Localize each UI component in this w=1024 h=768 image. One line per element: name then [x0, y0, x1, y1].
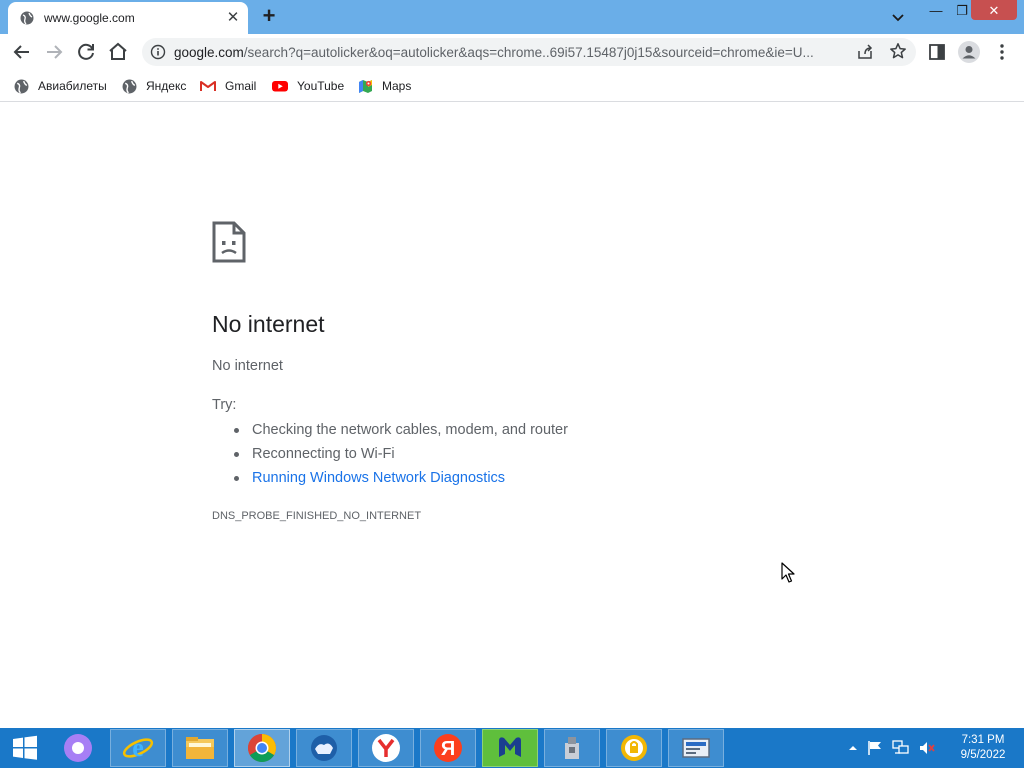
- taskbar-internet-explorer[interactable]: e: [110, 729, 166, 767]
- lock-app-icon: [621, 735, 647, 761]
- usb-icon: [565, 737, 579, 759]
- taskbar-chrome[interactable]: [234, 729, 290, 767]
- taskbar: e Я 7:31 PM 9/5/2022: [0, 728, 1024, 768]
- share-icon[interactable]: [856, 43, 874, 61]
- svg-text:Я: Я: [441, 738, 455, 760]
- windows-start-icon: [13, 735, 37, 760]
- gmail-icon: [200, 81, 216, 91]
- error-subtitle: No internet: [212, 358, 283, 374]
- home-icon[interactable]: [106, 40, 130, 64]
- toolbar: google.com/search?q=autolicker&oq=autoli…: [0, 34, 1024, 70]
- taskbar-network-app[interactable]: [668, 729, 724, 767]
- bookmark-label: YouTube: [297, 79, 345, 93]
- tab-title: www.google.com: [44, 11, 135, 25]
- globe-icon: [20, 11, 34, 25]
- bookmark-star-icon[interactable]: [889, 42, 907, 60]
- clock-date: 9/5/2022: [960, 749, 1006, 761]
- suggestions-list: Checking the network cables, modem, and …: [212, 419, 568, 491]
- taskbar-vpn[interactable]: [296, 729, 352, 767]
- bookmark-label: Maps: [382, 79, 412, 93]
- suggestion-item: Checking the network cables, modem, and …: [212, 419, 568, 443]
- chrome-icon: [248, 734, 276, 762]
- back-icon[interactable]: [10, 40, 34, 64]
- bookmark-label: Авиабилеты: [38, 79, 107, 93]
- maps-icon: [359, 79, 372, 93]
- malwarebytes-icon: [499, 737, 521, 757]
- address-bar[interactable]: google.com/search?q=autolicker&oq=autoli…: [142, 38, 916, 66]
- internet-explorer-icon: e: [122, 733, 154, 762]
- error-code: DNS_PROBE_FINISHED_NO_INTERNET: [212, 510, 422, 522]
- bookmark-label: Яндекс: [146, 79, 187, 93]
- url-host: google.com: [174, 45, 244, 60]
- window-close-icon[interactable]: ✕: [971, 0, 1017, 20]
- svg-text:e: e: [132, 733, 144, 762]
- bookmarks-bar: Авиабилеты Яндекс Gmail YouTube Maps: [0, 70, 1024, 102]
- network-icon[interactable]: [892, 740, 910, 756]
- url-text[interactable]: google.com/search?q=autolicker&oq=autoli…: [174, 45, 854, 60]
- globe-icon: [122, 79, 137, 93]
- url-path: /search?q=autolicker&oq=autolicker&aqs=c…: [243, 45, 814, 60]
- youtube-icon: [272, 81, 288, 92]
- yandex-icon: Я: [434, 734, 462, 762]
- yandex-browser-icon: [372, 734, 400, 762]
- try-label: Try:: [212, 397, 237, 413]
- profile-icon[interactable]: [958, 41, 980, 63]
- taskbar-usb[interactable]: [544, 729, 600, 767]
- taskbar-file-explorer[interactable]: [172, 729, 228, 767]
- alice-icon: [64, 734, 92, 762]
- file-explorer-icon: [186, 737, 214, 759]
- error-title: No internet: [212, 311, 325, 337]
- globe-icon: [14, 79, 29, 93]
- action-center-flag-icon[interactable]: [866, 740, 884, 756]
- page-content: No internet No internet Try: Checking th…: [0, 103, 1024, 728]
- show-hidden-icons-icon[interactable]: [848, 740, 858, 756]
- bookmark-yandex[interactable]: Яндекс: [122, 76, 186, 96]
- bookmark-maps[interactable]: Maps: [358, 76, 411, 96]
- side-panel-icon[interactable]: [928, 43, 946, 61]
- system-tray: [848, 738, 944, 758]
- bookmark-gmail[interactable]: Gmail: [200, 76, 256, 96]
- clock-time: 7:31 PM: [961, 734, 1005, 746]
- bookmark-aviabilety[interactable]: Авиабилеты: [14, 76, 107, 96]
- reload-icon[interactable]: [74, 40, 98, 64]
- suggestion-item: Reconnecting to Wi-Fi: [212, 443, 568, 467]
- taskbar-lock-app[interactable]: [606, 729, 662, 767]
- taskbar-yandex-browser[interactable]: [358, 729, 414, 767]
- tab-active[interactable]: www.google.com ✕: [8, 2, 248, 34]
- vpn-icon: [311, 735, 337, 761]
- info-icon[interactable]: [150, 44, 166, 60]
- close-tab-icon[interactable]: ✕: [224, 9, 242, 27]
- more-menu-icon[interactable]: [994, 43, 1010, 61]
- mouse-cursor-icon: [781, 562, 795, 583]
- taskbar-alice[interactable]: [50, 729, 106, 767]
- new-tab-icon[interactable]: +: [258, 5, 280, 28]
- chevron-down-icon[interactable]: [888, 7, 908, 27]
- clock[interactable]: 7:31 PM 9/5/2022: [950, 733, 1016, 763]
- network-app-icon: [682, 738, 710, 758]
- bookmark-label: Gmail: [225, 79, 257, 93]
- tab-strip: www.google.com ✕ + — ❐ ✕: [0, 0, 1024, 34]
- taskbar-yandex[interactable]: Я: [420, 729, 476, 767]
- forward-icon[interactable]: [42, 40, 66, 64]
- network-diagnostics-link[interactable]: Running Windows Network Diagnostics: [212, 467, 568, 491]
- bookmark-youtube[interactable]: YouTube: [272, 76, 344, 96]
- volume-muted-icon[interactable]: [918, 740, 936, 756]
- taskbar-malwarebytes[interactable]: [482, 729, 538, 767]
- sad-page-icon: [212, 221, 246, 263]
- start-button[interactable]: [0, 729, 50, 767]
